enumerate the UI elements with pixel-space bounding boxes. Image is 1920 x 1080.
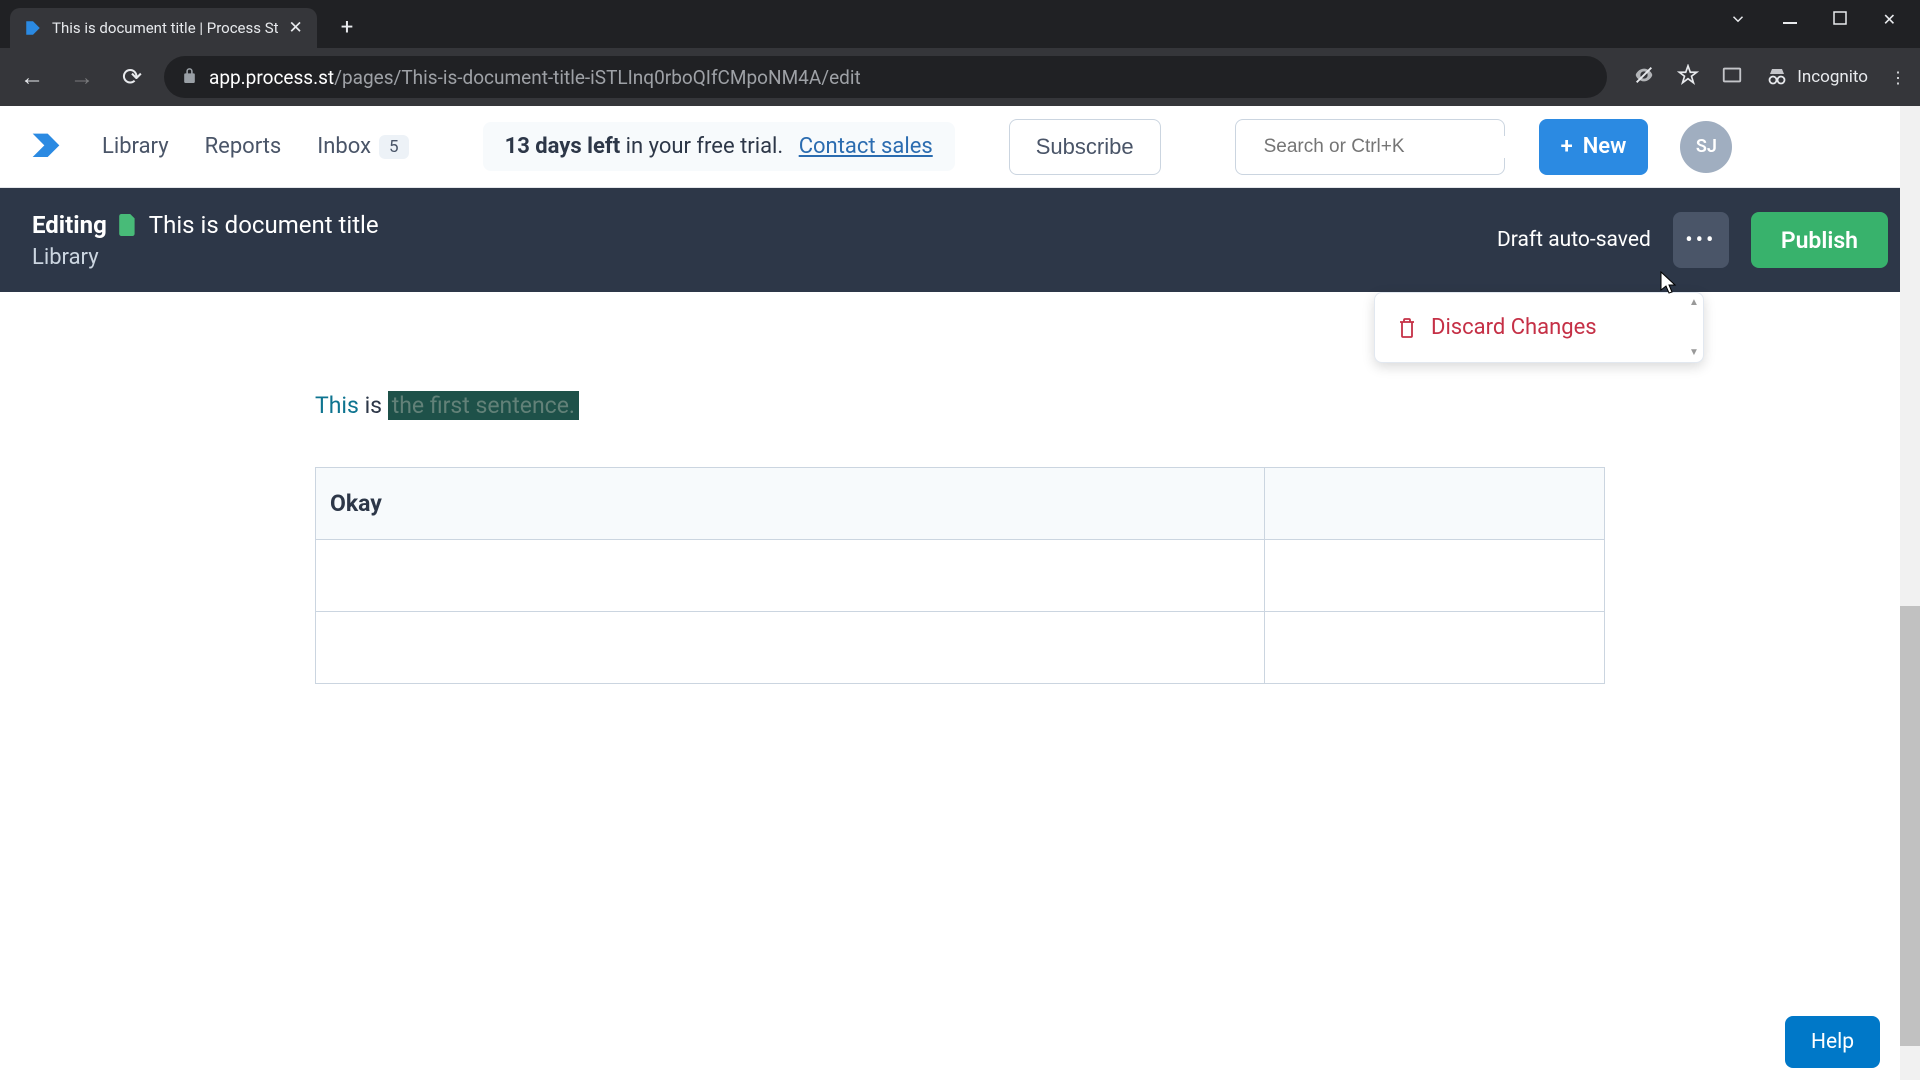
browser-chrome: This is document title | Process St ✕ + … xyxy=(0,0,1920,106)
app-header: Library Reports Inbox 5 13 days left in … xyxy=(0,106,1920,188)
search-box[interactable] xyxy=(1235,119,1505,175)
search-input[interactable] xyxy=(1264,136,1509,158)
help-button[interactable]: Help xyxy=(1785,1016,1880,1068)
nav-inbox[interactable]: Inbox 5 xyxy=(317,134,408,159)
incognito-icon xyxy=(1765,65,1789,89)
incognito-badge[interactable]: Incognito xyxy=(1765,65,1868,89)
document-icon xyxy=(119,214,137,236)
tab-bar: This is document title | Process St ✕ + … xyxy=(0,0,1920,48)
tab-search-icon[interactable] xyxy=(1729,10,1747,32)
nav-reports[interactable]: Reports xyxy=(205,134,282,159)
table-cell[interactable] xyxy=(1264,468,1604,540)
nav-library[interactable]: Library xyxy=(102,134,169,159)
edit-bar-left: Editing This is document title Library xyxy=(32,211,379,270)
scroll-down-icon: ▼ xyxy=(1685,347,1703,358)
back-button[interactable]: ← xyxy=(14,63,50,92)
more-options-dropdown: Discard Changes ▲ ▼ xyxy=(1374,292,1704,363)
more-options-button[interactable]: ••• xyxy=(1673,212,1729,268)
sentence-line[interactable]: This is the first sentence. xyxy=(315,392,1605,419)
table-cell[interactable] xyxy=(316,612,1265,684)
app-logo[interactable] xyxy=(24,125,68,169)
browser-tab[interactable]: This is document title | Process St ✕ xyxy=(10,8,317,48)
table-cell[interactable]: Okay xyxy=(316,468,1265,540)
url-text: app.process.st/pages/This-is-document-ti… xyxy=(209,66,1589,89)
browser-menu-icon[interactable]: ⋮ xyxy=(1890,68,1906,87)
inbox-count-badge: 5 xyxy=(379,135,409,159)
page-scrollbar[interactable] xyxy=(1900,106,1920,1080)
scrollbar-thumb[interactable] xyxy=(1900,606,1920,1046)
tab-title: This is document title | Process St xyxy=(52,19,279,37)
table-cell[interactable] xyxy=(1264,612,1604,684)
tab-close-icon[interactable]: ✕ xyxy=(289,18,303,38)
table-cell[interactable] xyxy=(316,540,1265,612)
document-body[interactable]: This is the first sentence. Okay xyxy=(315,392,1605,684)
forward-button[interactable]: → xyxy=(64,63,100,92)
trash-icon xyxy=(1397,317,1417,339)
publish-button[interactable]: Publish xyxy=(1751,212,1888,268)
plus-icon: + xyxy=(1561,134,1573,159)
main-nav: Library Reports Inbox 5 xyxy=(102,134,409,159)
reload-button[interactable]: ⟳ xyxy=(114,63,150,91)
edit-title-row: Editing This is document title xyxy=(32,211,379,239)
dropdown-scrollbar[interactable]: ▲ ▼ xyxy=(1685,293,1703,362)
minimize-icon[interactable] xyxy=(1783,10,1797,32)
star-icon[interactable] xyxy=(1677,64,1699,90)
edit-bar-right: Draft auto-saved ••• Publish xyxy=(1497,212,1888,268)
breadcrumb[interactable]: Library xyxy=(32,245,379,270)
trial-banner: 13 days left in your free trial. Contact… xyxy=(483,122,955,171)
autosave-status: Draft auto-saved xyxy=(1497,228,1651,252)
lock-icon xyxy=(182,67,197,88)
table-row xyxy=(316,612,1605,684)
address-bar-row: ← → ⟳ app.process.st/pages/This-is-docum… xyxy=(0,48,1920,106)
eye-off-icon[interactable] xyxy=(1633,64,1655,90)
subscribe-button[interactable]: Subscribe xyxy=(1009,119,1161,175)
address-bar-icons: Incognito ⋮ xyxy=(1633,64,1906,90)
new-tab-button[interactable]: + xyxy=(341,15,353,40)
extensions-icon[interactable] xyxy=(1721,64,1743,90)
user-avatar[interactable]: SJ xyxy=(1680,121,1732,173)
table-row: Okay xyxy=(316,468,1605,540)
close-window-icon[interactable]: ✕ xyxy=(1883,10,1896,32)
maximize-icon[interactable] xyxy=(1833,10,1847,32)
content-table[interactable]: Okay xyxy=(315,467,1605,684)
highlighted-text: the first sentence. xyxy=(388,391,579,420)
scroll-up-icon: ▲ xyxy=(1685,297,1703,308)
editing-label: Editing xyxy=(32,211,107,239)
url-bar[interactable]: app.process.st/pages/This-is-document-ti… xyxy=(164,56,1607,98)
discard-changes-item[interactable]: Discard Changes xyxy=(1375,301,1703,354)
window-controls: ✕ xyxy=(1705,0,1920,42)
favicon-icon xyxy=(24,19,42,37)
contact-sales-link[interactable]: Contact sales xyxy=(799,134,933,159)
document-title: This is document title xyxy=(149,211,379,239)
edit-bar: Editing This is document title Library D… xyxy=(0,188,1920,292)
table-row xyxy=(316,540,1605,612)
table-cell[interactable] xyxy=(1264,540,1604,612)
new-button[interactable]: + New xyxy=(1539,119,1649,175)
